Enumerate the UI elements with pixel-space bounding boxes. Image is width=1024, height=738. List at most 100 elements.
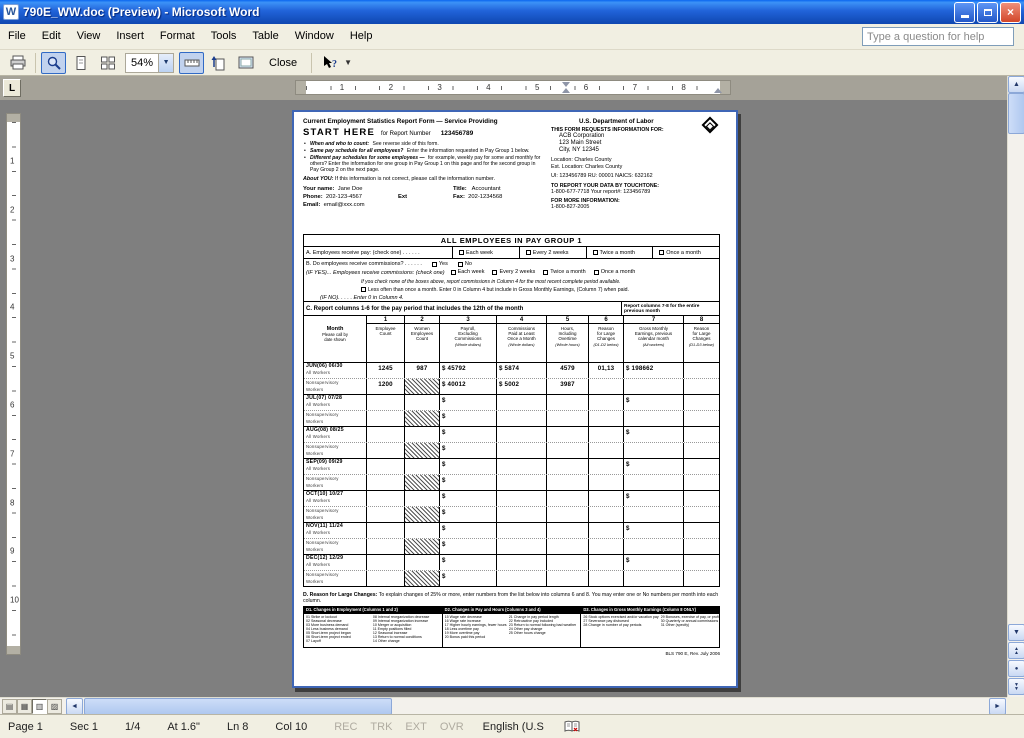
vertical-scrollbar-thumb[interactable]: [1008, 93, 1024, 134]
month-cell: NonsupervisoryWorkers: [304, 571, 366, 586]
column-header-5: 5Hours,IncludingOvertime(Whole hours): [546, 316, 588, 362]
data-cell: [588, 411, 623, 426]
data-cell: [588, 443, 623, 458]
bottom-margin-zone: [7, 646, 20, 654]
ids-line: UI: 123456789 RU: 00001 NAICS: 632162: [551, 173, 720, 180]
menu-format[interactable]: Format: [152, 24, 203, 47]
horizontal-scrollbar-thumb[interactable]: [84, 698, 392, 715]
h-ruler-number: 7: [632, 83, 638, 93]
zoom-dropdown-arrow[interactable]: ▼: [158, 54, 173, 72]
status-field: Ln 8: [227, 721, 248, 733]
yes-label: Yes: [439, 261, 448, 267]
scrollbar-corner: [1007, 697, 1024, 714]
close-preview-button[interactable]: Close: [259, 53, 307, 73]
shrink-to-fit-button[interactable]: [206, 52, 231, 74]
data-cell: $: [439, 491, 496, 506]
vertical-ruler[interactable]: 12345678910: [6, 113, 21, 655]
normal-view-button[interactable]: ▤: [2, 699, 17, 714]
table-row: NonsupervisoryWorkers1200$ 40012$ 500239…: [304, 379, 719, 394]
toolbar-options-chevron[interactable]: ▼: [344, 58, 352, 67]
previous-page-button[interactable]: ▲▲: [1008, 642, 1024, 659]
h-ruler-number: 8: [680, 83, 686, 93]
horizontal-ruler[interactable]: 12345678: [295, 80, 731, 95]
if-yes-row: (IF YES)... Employees receive commission…: [306, 269, 717, 277]
reason-box-body: 15 Wage rate decrease16 Wage rate increa…: [443, 614, 581, 641]
print-layout-view-button[interactable]: ▥: [32, 699, 47, 714]
right-indent-marker[interactable]: [714, 88, 722, 93]
restore-button[interactable]: [977, 2, 998, 23]
next-page-button[interactable]: ▼▼: [1008, 678, 1024, 695]
zoom-combobox[interactable]: 54% ▼: [125, 53, 174, 73]
ces-data-table: MonthPlease call bydate shown1EmployeeCo…: [303, 315, 720, 587]
checkbox-icon: [459, 250, 464, 255]
data-cell: [546, 411, 588, 426]
reason-item: 31 Other (specify): [661, 623, 720, 627]
about-you-lead: About YOU:: [303, 176, 333, 182]
menu-file[interactable]: File: [0, 24, 34, 47]
magnifier-toggle-button[interactable]: [41, 52, 66, 74]
full-screen-button[interactable]: [233, 52, 258, 74]
scroll-left-button[interactable]: ◄: [66, 698, 83, 715]
hanging-indent-marker[interactable]: [562, 88, 570, 93]
form-content: Current Employment Statistics Report For…: [303, 118, 720, 684]
spelling-status-icon[interactable]: [564, 720, 580, 734]
status-toggle-rec[interactable]: REC: [334, 721, 357, 733]
first-line-indent-marker[interactable]: [562, 82, 570, 87]
menu-help[interactable]: Help: [342, 24, 381, 47]
status-toggle-ext[interactable]: EXT: [405, 721, 426, 733]
scroll-down-button[interactable]: ▼: [1008, 624, 1024, 641]
outline-view-button[interactable]: ▨: [47, 699, 62, 714]
status-bar: Page 1Sec 11/4At 1.6"Ln 8Col 10 RECTRKEX…: [0, 714, 1024, 738]
minimize-button[interactable]: [954, 2, 975, 23]
web-layout-view-button[interactable]: ▦: [17, 699, 32, 714]
document-page[interactable]: Current Employment Statistics Report For…: [292, 110, 738, 688]
print-button[interactable]: [5, 52, 30, 74]
contact-row-1: Your name: Jane Doe Title: Accountant: [303, 185, 545, 193]
data-cell: [623, 571, 683, 586]
pay-option: Once a month: [652, 247, 719, 258]
data-cell: [496, 507, 546, 522]
one-page-button[interactable]: [68, 52, 93, 74]
whats-this-help-button[interactable]: ?: [317, 52, 342, 74]
reason-box-d2: D2. Changes in Pay and Hours (Columns 3 …: [442, 606, 582, 648]
question-help-input[interactable]: [862, 27, 1014, 46]
menu-insert[interactable]: Insert: [108, 24, 152, 47]
data-cell: [546, 491, 588, 506]
tab-selector[interactable]: L: [3, 79, 21, 97]
commission-option: Every 2 weeks: [492, 269, 535, 275]
vertical-scrollbar[interactable]: ▲ ▼ ▲▲ ● ▼▼: [1007, 76, 1024, 697]
menu-view[interactable]: View: [69, 24, 109, 47]
h-ruler-number: 6: [583, 83, 589, 93]
status-toggle-ovr[interactable]: OVR: [440, 721, 464, 733]
reason-list: 26 Stock options exercised and/or vacati…: [583, 615, 660, 627]
scroll-up-button[interactable]: ▲: [1008, 76, 1024, 93]
data-cell: $: [439, 395, 496, 410]
data-cell: [404, 491, 439, 506]
data-cell: [496, 491, 546, 506]
checkbox-no-icon: [458, 262, 463, 267]
one-page-icon: [73, 55, 89, 71]
status-toggle-trk[interactable]: TRK: [370, 721, 392, 733]
v-ruler-number: 9: [10, 547, 14, 556]
close-button[interactable]: ×: [1000, 2, 1021, 23]
multiple-pages-icon: [100, 55, 116, 71]
bullet-lead: When and who to count:: [310, 141, 369, 147]
menu-window[interactable]: Window: [287, 24, 342, 47]
data-cell: [683, 555, 719, 570]
menu-tools[interactable]: Tools: [203, 24, 245, 47]
menu-edit[interactable]: Edit: [34, 24, 69, 47]
if-yes-label: (IF YES)... Employees receive commission…: [306, 270, 445, 276]
multiple-pages-button[interactable]: [95, 52, 120, 74]
scroll-right-button[interactable]: ►: [989, 698, 1006, 715]
data-cell: [404, 411, 439, 426]
zoom-value[interactable]: 54%: [126, 57, 158, 69]
select-browse-object-button[interactable]: ●: [1008, 660, 1024, 677]
menu-table[interactable]: Table: [244, 24, 286, 47]
menu-bar: FileEditViewInsertFormatToolsTableWindow…: [0, 24, 1024, 50]
data-cell: $ 40012: [439, 379, 496, 394]
view-ruler-toggle-button[interactable]: [179, 52, 204, 74]
table-row: SEP(09) 09/29All Workers$$: [304, 459, 719, 475]
commission-option: Each week: [451, 269, 485, 275]
data-cell: [683, 491, 719, 506]
data-cell: [366, 443, 404, 458]
